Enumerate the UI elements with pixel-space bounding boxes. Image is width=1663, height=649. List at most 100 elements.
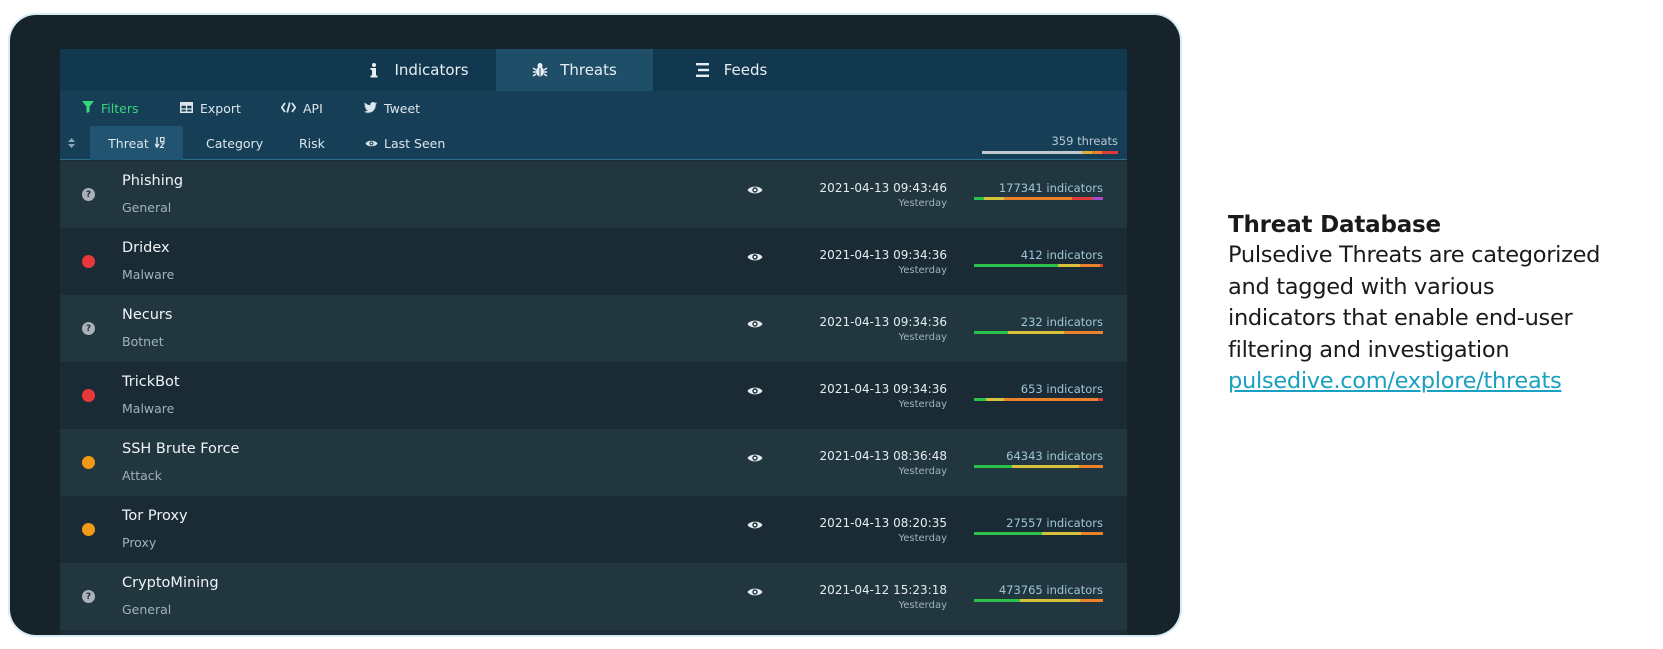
threat-row[interactable]: TrickBot Malware 2021-04-13 09:34:36 Yes… (60, 362, 1127, 429)
sort-icon (68, 136, 75, 151)
eye-icon (747, 387, 763, 395)
filters-button[interactable]: Filters (82, 91, 138, 126)
indicator-count[interactable]: 64343 indicators (1006, 449, 1103, 463)
risk-unknown-icon: ? (82, 188, 95, 201)
threat-row[interactable]: SSH Brute Force Attack 2021-04-13 08:36:… (60, 429, 1127, 496)
sort-risk-button[interactable]: Risk (299, 126, 325, 160)
main-tabs: Indicators Threats Feeds (60, 49, 1127, 91)
sort-category-button[interactable]: Category (206, 126, 263, 160)
last-seen-relative: Yesterday (898, 265, 947, 276)
threat-name[interactable]: CryptoMining (122, 575, 219, 591)
threat-row[interactable]: Dridex Malware 2021-04-13 09:34:36 Yeste… (60, 228, 1127, 295)
tab-threats-label: Threats (560, 61, 617, 79)
eye-icon (747, 588, 763, 596)
description-line: indicators that enable end-user (1228, 305, 1573, 331)
eye-icon (747, 454, 763, 462)
description-line: filtering and investigation (1228, 336, 1510, 363)
api-button[interactable]: API (280, 91, 323, 126)
indicator-risk-bar (974, 331, 1103, 334)
eye-icon (747, 320, 763, 328)
last-seen-relative: Yesterday (898, 466, 947, 477)
indicator-risk-bar (974, 398, 1103, 401)
indicator-count[interactable]: 653 indicators (1021, 382, 1103, 396)
eye-icon (747, 186, 763, 194)
threat-category: Malware (122, 401, 175, 416)
eye-icon (747, 521, 763, 529)
sort-bar: Threat Category Risk Last Seen 359 threa… (60, 126, 1127, 160)
eye-icon (365, 136, 378, 151)
threat-row[interactable]: ? Necurs Botnet 2021-04-13 09:34:36 Yest… (60, 295, 1127, 362)
threat-row[interactable]: ? Phishing General 2021-04-13 09:43:46 Y… (60, 161, 1127, 228)
threat-category: Malware (122, 267, 175, 282)
filter-icon (82, 101, 94, 116)
risk-medium-icon (82, 523, 95, 536)
indicator-risk-bar (974, 264, 1103, 267)
risk-unknown-icon: ? (82, 322, 95, 335)
last-seen-date: 2021-04-13 09:34:36 (819, 248, 947, 262)
threat-row[interactable]: ? CryptoMining General 2021-04-12 15:23:… (60, 563, 1127, 630)
sort-category-label: Category (206, 135, 264, 151)
screenshot-frame: Indicators Threats Feeds Filters Export … (10, 15, 1180, 635)
table-icon (180, 101, 193, 116)
description-panel: Threat Database Pulsedive Threats are ca… (1228, 210, 1658, 398)
code-icon (280, 101, 297, 116)
sort-threat-label: Threat (108, 135, 149, 151)
explore-threats-link[interactable]: pulsedive.com/explore/threats (1228, 366, 1658, 398)
indicator-count[interactable]: 177341 indicators (999, 181, 1103, 195)
sort-last-seen-label: Last Seen (384, 135, 446, 151)
threat-row[interactable]: Tor Proxy Proxy 2021-04-13 08:20:35 Yest… (60, 496, 1127, 563)
eye-icon (747, 253, 763, 261)
indicator-risk-bar (974, 599, 1103, 602)
sort-toggle-button[interactable] (68, 126, 75, 160)
threat-name[interactable]: Tor Proxy (122, 508, 188, 524)
toolbar: Filters Export API Tweet (60, 91, 1127, 126)
last-seen-relative: Yesterday (898, 533, 947, 544)
sort-alpha-desc-icon (154, 136, 165, 151)
last-seen-date: 2021-04-13 08:20:35 (819, 516, 947, 530)
tab-threats[interactable]: Threats (496, 49, 653, 91)
tab-feeds-label: Feeds (723, 61, 768, 79)
threat-category: Attack (122, 468, 162, 483)
threat-name[interactable]: Phishing (122, 173, 183, 189)
last-seen-date: 2021-04-13 08:36:48 (819, 449, 947, 463)
sort-risk-label: Risk (299, 135, 325, 151)
description-title: Threat Database (1228, 212, 1441, 238)
last-seen-date: 2021-04-13 09:43:46 (819, 181, 947, 195)
threat-name[interactable]: Dridex (122, 240, 170, 256)
risk-high-icon (82, 255, 95, 268)
filters-label: Filters (101, 101, 139, 116)
threats-app: Indicators Threats Feeds Filters Export … (60, 49, 1127, 635)
indicator-count[interactable]: 473765 indicators (999, 583, 1103, 597)
tweet-button[interactable]: Tweet (364, 91, 420, 126)
twitter-icon (364, 101, 377, 116)
info-icon (366, 62, 382, 78)
threat-category: Proxy (122, 535, 157, 550)
tab-feeds[interactable]: Feeds (654, 49, 809, 91)
indicator-count[interactable]: 27557 indicators (1006, 516, 1103, 530)
api-label: API (303, 101, 323, 116)
tab-indicators-label: Indicators (394, 61, 469, 79)
tab-indicators[interactable]: Indicators (340, 49, 495, 91)
threat-name[interactable]: TrickBot (122, 374, 180, 390)
threat-count: 359 threats (1051, 134, 1118, 148)
threat-name[interactable]: Necurs (122, 307, 172, 323)
risk-unknown-icon: ? (82, 590, 95, 603)
last-seen-relative: Yesterday (898, 332, 947, 343)
last-seen-relative: Yesterday (898, 399, 947, 410)
last-seen-relative: Yesterday (898, 198, 947, 209)
threat-list: ? Phishing General 2021-04-13 09:43:46 Y… (60, 161, 1127, 630)
threat-category: Botnet (122, 334, 164, 349)
tweet-label: Tweet (384, 101, 421, 116)
indicator-risk-bar (974, 532, 1103, 535)
threat-category: General (122, 200, 172, 215)
threat-name[interactable]: SSH Brute Force (122, 441, 239, 457)
bug-icon (532, 62, 548, 78)
feeds-icon (696, 62, 712, 78)
export-button[interactable]: Export (180, 91, 241, 126)
sort-threat-button[interactable]: Threat (90, 126, 183, 160)
indicator-count[interactable]: 412 indicators (1021, 248, 1103, 262)
indicator-count[interactable]: 232 indicators (1021, 315, 1103, 329)
sort-last-seen-button[interactable]: Last Seen (365, 126, 445, 160)
last-seen-date: 2021-04-13 09:34:36 (819, 315, 947, 329)
threat-count-risk-bar (982, 151, 1118, 154)
